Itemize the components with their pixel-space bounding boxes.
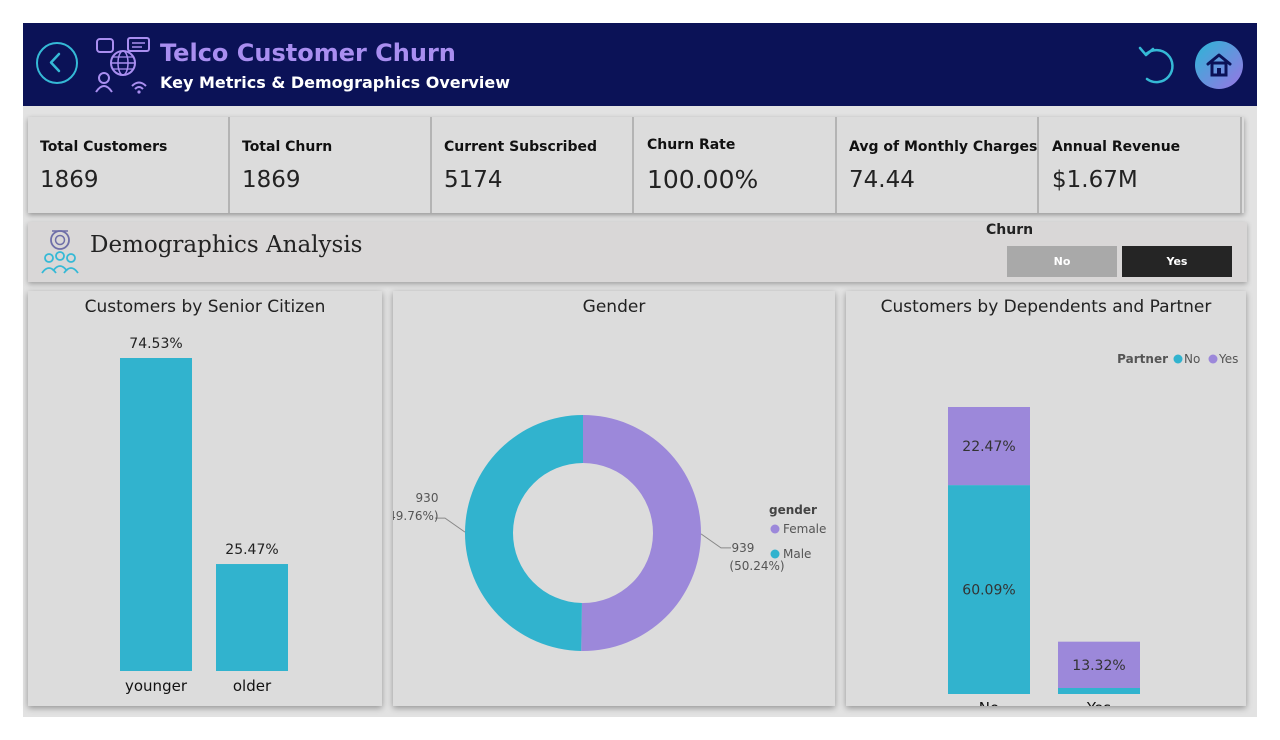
leader-line <box>435 517 466 533</box>
kpi-avg-monthly-charges: Avg of Monthly Charges 74.44 <box>837 117 1039 213</box>
leader-line <box>700 533 731 549</box>
customer-network-logo-icon <box>95 37 150 94</box>
slice-value-label: 930 <box>416 491 439 505</box>
legend-swatch <box>770 549 780 559</box>
kpi-churn-rate: Churn Rate 100.00% <box>635 117 837 213</box>
category-label: younger <box>125 677 188 695</box>
kpi-label: Current Subscribed <box>444 139 598 155</box>
dashboard-title: Telco Customer Churn <box>160 39 456 67</box>
dashboard-subtitle: Key Metrics & Demographics Overview <box>160 73 511 92</box>
reset-icon[interactable] <box>1136 42 1178 88</box>
legend-swatch <box>1173 354 1183 364</box>
category-label: Yes <box>1086 699 1111 706</box>
header-banner: Telco Customer Churn Key Metrics & Demog… <box>23 23 1257 106</box>
bar <box>216 564 288 671</box>
dependents-partner-stacked-bar-chart: Partner No Yes 60.09% 22.47% No 13.32% Yes <box>948 352 1238 706</box>
legend-swatch <box>1208 354 1218 364</box>
demographics-title: Demographics Analysis <box>90 232 363 258</box>
data-label: 13.32% <box>1072 658 1125 674</box>
kpi-total-customers: Total Customers 1869 <box>28 117 230 213</box>
slice-value-label: 939 <box>732 541 755 555</box>
kpi-label: Annual Revenue <box>1052 139 1181 155</box>
kpi-value: 1869 <box>242 167 301 193</box>
dependents-partner-chart-panel: Customers by Dependents and Partner Part… <box>846 291 1246 706</box>
churn-slicer-title: Churn <box>986 222 1034 238</box>
data-label: 22.47% <box>962 439 1015 455</box>
churn-slicer-yes-button[interactable]: Yes <box>1122 246 1232 277</box>
data-label: 60.09% <box>962 583 1015 599</box>
data-label: 74.53% <box>129 336 182 352</box>
demographics-section-header: Demographics Analysis Churn No Yes <box>28 222 1247 282</box>
category-label: older <box>233 677 272 695</box>
home-button[interactable] <box>1195 41 1243 89</box>
donut-slice <box>464 415 583 651</box>
chevron-left-icon <box>49 52 61 73</box>
home-icon <box>1206 53 1232 77</box>
legend-label: Male <box>783 547 811 561</box>
churn-slicer-no-button[interactable]: No <box>1007 246 1117 277</box>
bar-segment <box>1058 687 1140 694</box>
category-label: No <box>979 699 999 706</box>
back-button[interactable] <box>36 42 78 84</box>
kpi-annual-revenue: Annual Revenue $1.67M <box>1040 117 1242 213</box>
kpi-value: 5174 <box>444 167 503 193</box>
senior-citizen-bar-chart: 74.53% younger 25.47% older <box>120 336 288 695</box>
gender-chart-panel: Gender 939(50.24%)930(49.76%)genderFemal… <box>393 291 835 706</box>
gender-donut-chart: 939 (50.24%) 930 (49.76%) gender Female Male <box>393 415 826 651</box>
legend-label: Yes <box>1218 352 1238 366</box>
senior-citizen-chart-panel: Customers by Senior Citizen 74.53% younge… <box>28 291 382 706</box>
legend-label: No <box>1184 352 1200 366</box>
kpi-label: Avg of Monthly Charges <box>849 139 1038 155</box>
legend-label: Female <box>783 522 826 536</box>
kpi-label: Total Churn <box>242 139 333 155</box>
data-label: 25.47% <box>225 542 278 558</box>
kpi-current-subscribed: Current Subscribed 5174 <box>432 117 634 213</box>
kpi-value: $1.67M <box>1052 167 1138 193</box>
legend-title: Partner <box>1117 352 1168 366</box>
slice-percent-label: (50.24%) <box>729 559 784 573</box>
bar <box>120 358 192 671</box>
kpi-value: 1869 <box>40 167 99 193</box>
dashboard-canvas: Telco Customer Churn Key Metrics & Demog… <box>23 23 1257 717</box>
kpi-value: 100.00% <box>647 165 759 194</box>
slice-percent-label: (49.76%) <box>393 509 439 523</box>
legend-swatch <box>770 524 780 534</box>
donut-slice <box>581 415 701 651</box>
kpi-card-row: Total Customers 1869 Total Churn 1869 Cu… <box>28 117 1244 213</box>
kpi-label: Churn Rate <box>647 137 736 153</box>
kpi-total-churn: Total Churn 1869 <box>230 117 432 213</box>
kpi-label: Total Customers <box>40 139 168 155</box>
kpi-value: 74.44 <box>849 167 915 193</box>
legend-title: gender <box>769 503 817 517</box>
demographics-people-icon <box>41 230 79 274</box>
